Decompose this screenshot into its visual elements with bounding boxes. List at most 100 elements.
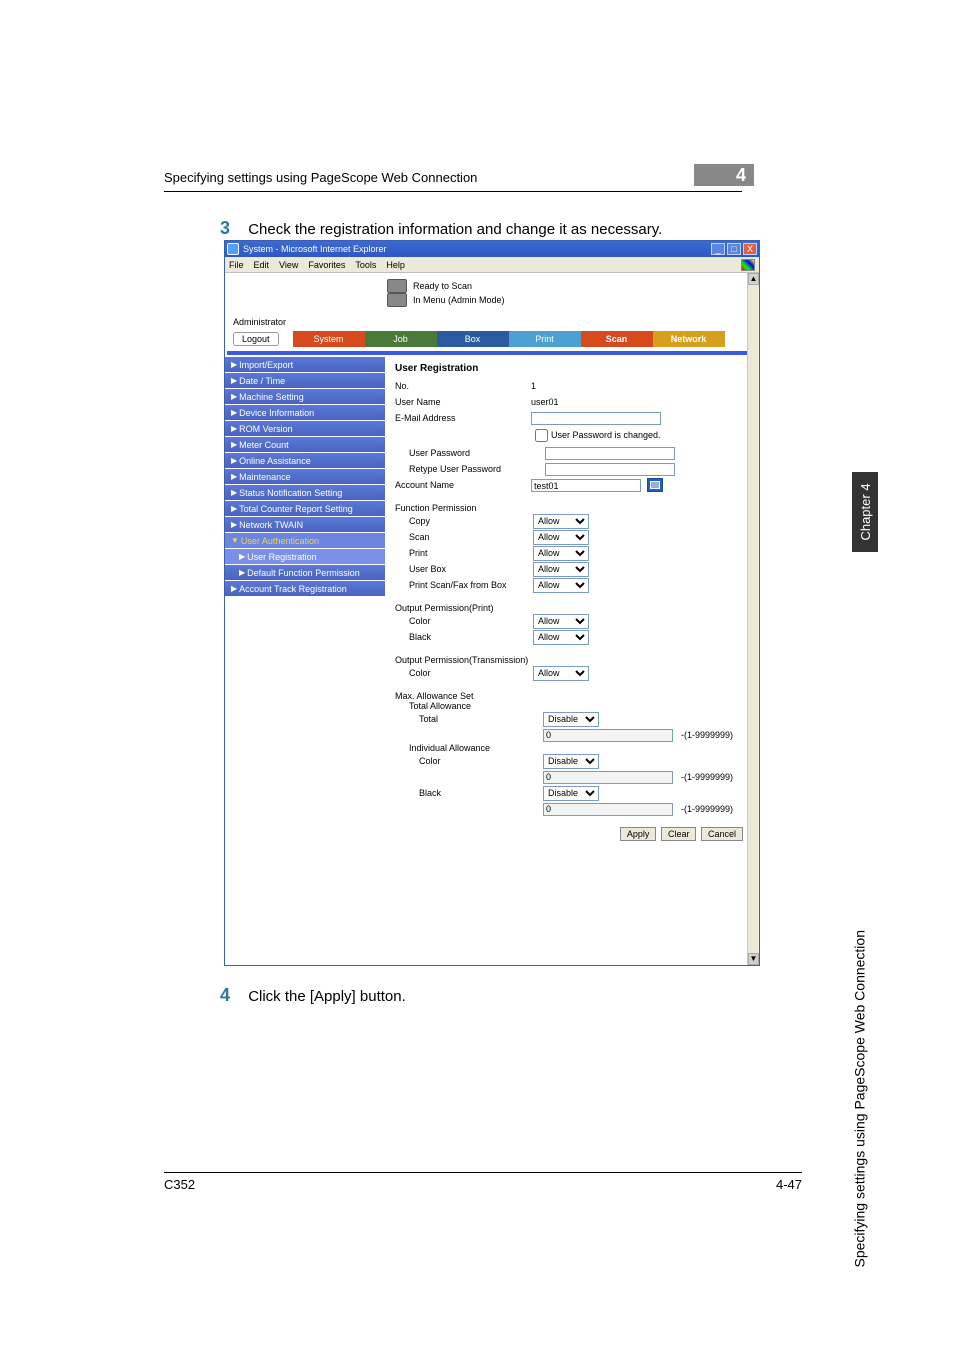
output-transmission-select[interactable]: Allow — [533, 666, 589, 681]
triangle-icon: ▶ — [231, 520, 237, 529]
retype-password-field[interactable] — [545, 463, 675, 476]
sidebar-item-label: Machine Setting — [239, 392, 304, 402]
triangle-icon: ▶ — [231, 456, 237, 465]
sidebar-item-label: Meter Count — [239, 440, 289, 450]
label-user-password: User Password — [409, 448, 545, 458]
triangle-icon: ▶ — [231, 504, 237, 513]
password-change-checkbox[interactable] — [535, 429, 548, 442]
sidebar: ▶Import/Export ▶Date / Time ▶Machine Set… — [225, 357, 385, 847]
sidebar-item-meter-count[interactable]: ▶Meter Count — [225, 437, 385, 453]
sidebar-item-default-function-permission[interactable]: ▶Default Function Permission — [225, 565, 385, 581]
apply-button[interactable]: Apply — [620, 827, 657, 841]
menu-help[interactable]: Help — [386, 260, 405, 270]
logout-button[interactable]: Logout — [233, 332, 279, 346]
output-print-label: Black — [409, 632, 533, 642]
sidebar-item-device-information[interactable]: ▶Device Information — [225, 405, 385, 421]
sidebar-item-user-authentication[interactable]: ▼User Authentication — [225, 533, 385, 549]
chapter-number-badge: 4 — [694, 164, 754, 186]
sidebar-item-account-track-registration[interactable]: ▶Account Track Registration — [225, 581, 385, 597]
minimize-button[interactable]: _ — [711, 243, 725, 255]
value-username: user01 — [531, 397, 559, 407]
individual-allowance-range: -(1-9999999) — [681, 772, 733, 782]
clear-button[interactable]: Clear — [661, 827, 697, 841]
total-allowance-number[interactable] — [543, 729, 673, 742]
close-button[interactable]: X — [743, 243, 757, 255]
sidebar-item-maintenance[interactable]: ▶Maintenance — [225, 469, 385, 485]
function-permission-select[interactable]: Allow — [533, 578, 589, 593]
function-permission-row: ScanAllow — [395, 529, 747, 545]
menu-favorites[interactable]: Favorites — [308, 260, 345, 270]
sidebar-item-machine-setting[interactable]: ▶Machine Setting — [225, 389, 385, 405]
label-password-changed: User Password is changed. — [551, 430, 661, 440]
sidebar-item-label: Default Function Permission — [247, 568, 360, 578]
output-print-label: Color — [409, 616, 533, 626]
individual-allowance-number[interactable] — [543, 803, 673, 816]
printer-icon — [387, 279, 407, 293]
individual-allowance-number[interactable] — [543, 771, 673, 784]
total-allowance-select[interactable]: Disable — [543, 712, 599, 727]
user-password-field[interactable] — [545, 447, 675, 460]
sidebar-item-network-twain[interactable]: ▶Network TWAIN — [225, 517, 385, 533]
function-permission-heading: Function Permission — [395, 503, 747, 513]
scroll-up-button[interactable]: ▲ — [748, 273, 759, 285]
tab-scan[interactable]: Scan — [581, 331, 653, 347]
cancel-button[interactable]: Cancel — [701, 827, 743, 841]
footer-page-number: 4-47 — [776, 1177, 802, 1192]
ie-icon — [227, 243, 239, 255]
maximize-button[interactable]: □ — [727, 243, 741, 255]
sidebar-item-label: User Authentication — [241, 536, 319, 546]
tab-job[interactable]: Job — [365, 331, 437, 347]
account-name-field[interactable] — [531, 479, 641, 492]
function-permission-row: Print Scan/Fax from BoxAllow — [395, 577, 747, 593]
function-permission-select[interactable]: Allow — [533, 562, 589, 577]
step-3-number: 3 — [220, 218, 230, 238]
function-permission-row: PrintAllow — [395, 545, 747, 561]
function-permission-select[interactable]: Allow — [533, 514, 589, 529]
sidebar-item-import-export[interactable]: ▶Import/Export — [225, 357, 385, 373]
triangle-icon: ▶ — [231, 488, 237, 497]
tab-system[interactable]: System — [293, 331, 365, 347]
individual-allowance-select[interactable]: Disable — [543, 786, 599, 801]
function-permission-label: Copy — [409, 516, 533, 526]
individual-allowance-range: -(1-9999999) — [681, 804, 733, 814]
status-line-2: In Menu (Admin Mode) — [413, 295, 505, 305]
triangle-icon: ▶ — [231, 424, 237, 433]
value-no: 1 — [531, 381, 536, 391]
sidebar-item-rom-version[interactable]: ▶ROM Version — [225, 421, 385, 437]
function-permission-select[interactable]: Allow — [533, 530, 589, 545]
menu-edit[interactable]: Edit — [254, 260, 270, 270]
sidebar-item-user-registration[interactable]: ▶User Registration — [225, 549, 385, 565]
account-list-button[interactable] — [647, 478, 663, 492]
label-total: Total — [419, 714, 543, 724]
output-print-select[interactable]: Allow — [533, 630, 589, 645]
individual-allowance-select[interactable]: Disable — [543, 754, 599, 769]
sidebar-item-total-counter-report[interactable]: ▶Total Counter Report Setting — [225, 501, 385, 517]
sidebar-item-label: Device Information — [239, 408, 314, 418]
menu-tools[interactable]: Tools — [355, 260, 376, 270]
tab-box[interactable]: Box — [437, 331, 509, 347]
output-print-select[interactable]: Allow — [533, 614, 589, 629]
sidebar-item-label: Import/Export — [239, 360, 293, 370]
triangle-icon: ▶ — [231, 472, 237, 481]
individual-allowance-value-row: -(1-9999999) — [395, 801, 747, 817]
sidebar-item-status-notification[interactable]: ▶Status Notification Setting — [225, 485, 385, 501]
email-field[interactable] — [531, 412, 661, 425]
tab-print[interactable]: Print — [509, 331, 581, 347]
menu-file[interactable]: File — [229, 260, 244, 270]
tab-network[interactable]: Network — [653, 331, 725, 347]
sidebar-item-date-time[interactable]: ▶Date / Time — [225, 373, 385, 389]
triangle-icon: ▶ — [231, 360, 237, 369]
triangle-icon: ▶ — [231, 584, 237, 593]
sidebar-item-label: User Registration — [247, 552, 317, 562]
scroll-down-button[interactable]: ▼ — [748, 953, 759, 965]
sidebar-item-online-assistance[interactable]: ▶Online Assistance — [225, 453, 385, 469]
window-titlebar: System - Microsoft Internet Explorer _ □… — [225, 241, 759, 257]
function-permission-select[interactable]: Allow — [533, 546, 589, 561]
individual-allowance-value-row: -(1-9999999) — [395, 769, 747, 785]
label-account-name: Account Name — [395, 480, 531, 490]
menu-view[interactable]: View — [279, 260, 298, 270]
label-email: E-Mail Address — [395, 413, 531, 423]
function-permission-label: Print — [409, 548, 533, 558]
total-allowance-heading: Total Allowance — [395, 701, 747, 711]
sidebar-item-label: Date / Time — [239, 376, 285, 386]
